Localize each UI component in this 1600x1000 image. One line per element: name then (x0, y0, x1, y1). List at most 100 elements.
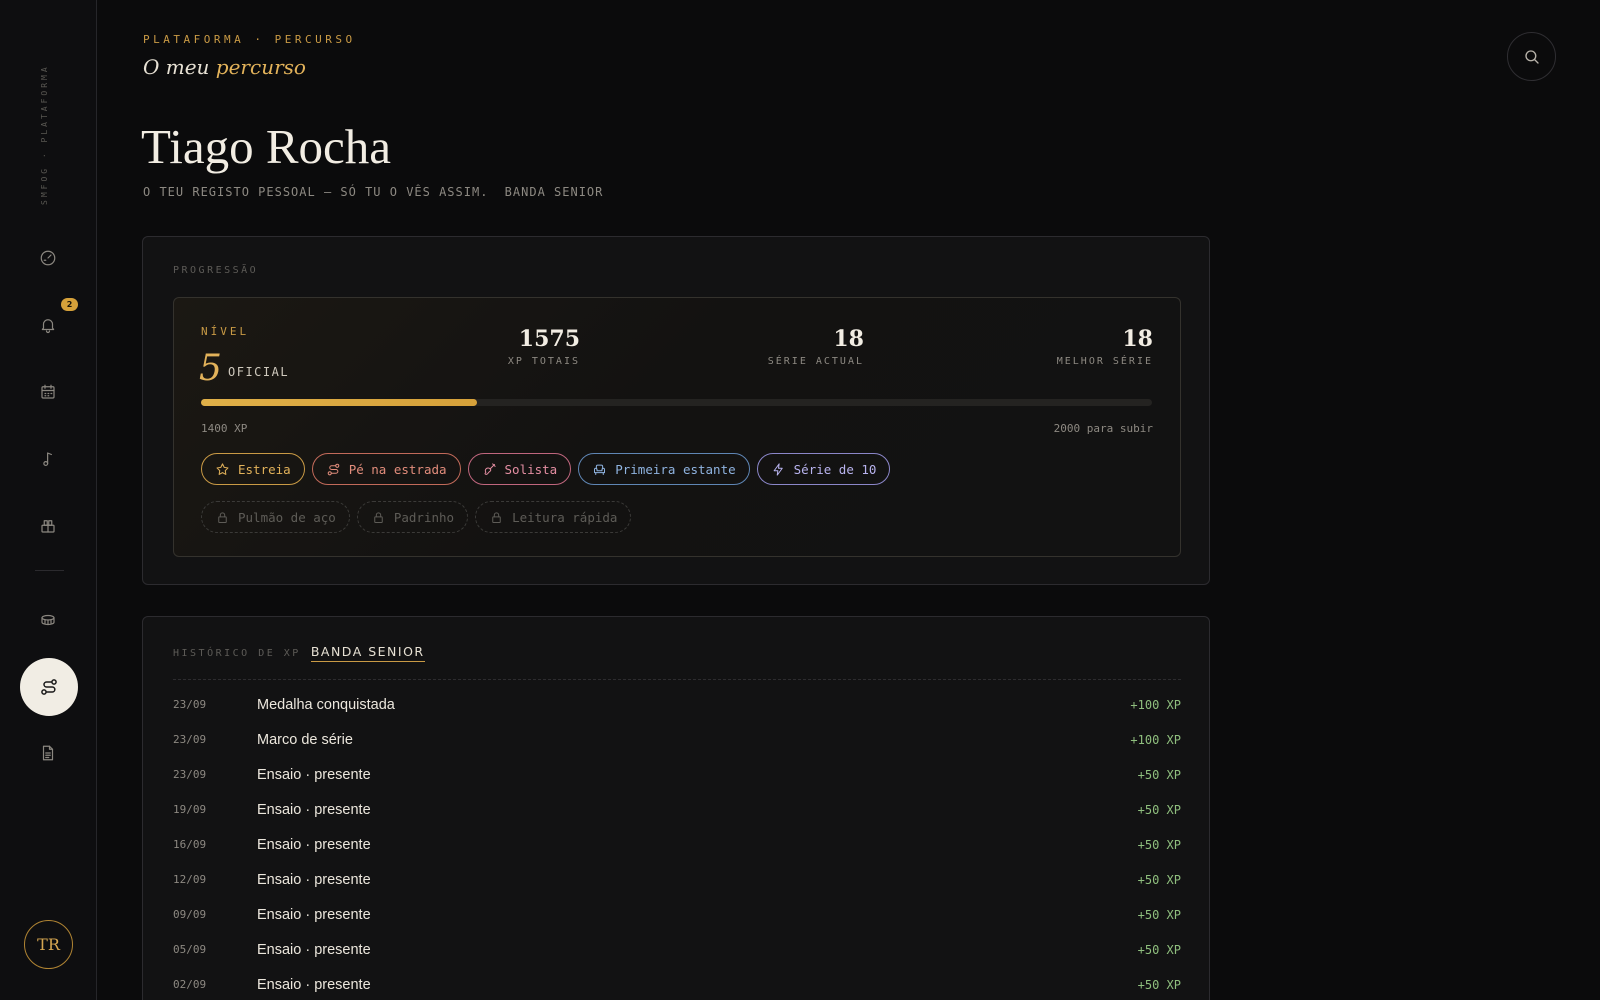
badge-solista[interactable]: Solista (467, 453, 572, 485)
history-xp: +50 XP (1137, 907, 1181, 922)
history-xp: +50 XP (1137, 872, 1181, 887)
stat-value: 18 (833, 326, 864, 352)
history-xp: +100 XP (1130, 732, 1181, 747)
badge-label: Leitura rápida (512, 509, 618, 525)
guitar-icon (484, 462, 496, 475)
history-row: 05/09 Ensaio · presente +50 XP (173, 932, 1181, 967)
route-icon (41, 679, 57, 695)
level-panel: NÍVEL 5 OFICIAL 1575 XP TOTAIS 18 SÉRIE … (173, 297, 1181, 557)
xp-history-card: HISTÓRICO DE XP BANDA SENIOR 23/09 Medalh… (142, 616, 1210, 1000)
history-xp: +50 XP (1137, 802, 1181, 817)
stat-current-streak: 18 SÉRIE ACTUAL (768, 326, 864, 367)
page-title: Tiago Rocha (141, 119, 392, 174)
history-description: Ensaio · presente (257, 941, 371, 958)
history-row: 23/09 Ensaio · presente +50 XP (173, 757, 1181, 792)
history-xp: +50 XP (1137, 977, 1181, 992)
history-row: 23/09 Marco de série +100 XP (173, 722, 1181, 757)
nav-documents[interactable] (28, 733, 68, 773)
armchair-icon (594, 464, 606, 475)
blocks-icon (41, 520, 55, 533)
badge-serie-de-10[interactable]: Série de 10 (756, 453, 891, 485)
nav-repertoire[interactable] (28, 439, 68, 479)
nav-instruments[interactable] (28, 506, 68, 546)
stat-total-xp: 1575 XP TOTAIS (508, 326, 580, 367)
badge-label: Solista (504, 461, 558, 477)
badge-label: Padrinho (393, 509, 455, 525)
history-xp: +100 XP (1130, 697, 1181, 712)
progress-card: PROGRESSÃO NÍVEL 5 OFICIAL 1575 XP TOTAI… (142, 236, 1210, 585)
calendar-icon (41, 384, 55, 399)
history-row: 02/09 Ensaio · presente +50 XP (173, 967, 1181, 1000)
nav-calendar[interactable] (28, 372, 68, 412)
nav-band[interactable] (28, 600, 68, 640)
stat-best-streak: 18 MELHOR SÉRIE (1057, 326, 1153, 367)
xp-history-divider (173, 679, 1181, 680)
earned-badges: Estreia Pé na estrada Solista Primeira e… (201, 453, 891, 485)
route-icon (327, 463, 339, 475)
page-subtitle: O TEU REGISTO PESSOAL — SÓ TU O VÊS ASSI… (143, 185, 603, 199)
badge-primeira-estante[interactable]: Primeira estante (578, 453, 750, 485)
nav-dashboard[interactable] (28, 238, 68, 278)
drum-icon (41, 614, 55, 626)
gauge-icon (40, 250, 56, 266)
locked-badges: Pulmão de aço Padrinho Leitura rápida (201, 501, 632, 533)
progress-section-label: PROGRESSÃO (173, 265, 259, 276)
history-xp: +50 XP (1137, 767, 1181, 782)
breadcrumb: PLATAFORMA · PERCURSO (143, 33, 356, 46)
history-description: Ensaio · presente (257, 871, 371, 888)
star-icon (216, 462, 229, 475)
music-note-icon (43, 452, 52, 466)
history-date: 23/09 (173, 733, 207, 746)
xp-progress-bar (201, 399, 1152, 406)
badge-locked-leitura-rapida[interactable]: Leitura rápida (475, 501, 632, 533)
lightning-icon (773, 462, 783, 476)
xp-history-list: 23/09 Medalha conquistada +100 XP 23/09 Marc… (173, 687, 1181, 1000)
history-date: 19/09 (173, 803, 207, 816)
stat-label: XP TOTAIS (507, 356, 580, 367)
history-description: Marco de série (257, 731, 353, 748)
section-heading-prefix: O meu (143, 55, 216, 79)
history-date: 23/09 (173, 768, 207, 781)
history-description: Ensaio · presente (257, 836, 371, 853)
badge-locked-pulmao-de-aco[interactable]: Pulmão de aço (201, 501, 350, 533)
level-name: OFICIAL (228, 365, 290, 379)
search-button[interactable] (1507, 32, 1556, 81)
xp-next-level-label: 2000 para subir (1053, 422, 1153, 435)
tab-banda-senior[interactable]: BANDA SENIOR (310, 644, 425, 662)
history-xp: +50 XP (1137, 837, 1181, 852)
history-description: Medalha conquistada (257, 696, 395, 713)
badge-label: Pulmão de aço (238, 509, 336, 525)
section-heading-accent: percurso (215, 55, 306, 79)
history-date: 23/09 (173, 698, 207, 711)
stat-label: MELHOR SÉRIE (1056, 356, 1153, 367)
history-description: Ensaio · presente (257, 766, 371, 783)
nav-notifications[interactable]: 2 (28, 298, 78, 345)
badge-pe-na-estrada[interactable]: Pé na estrada (311, 453, 461, 485)
history-xp: +50 XP (1137, 942, 1181, 957)
notification-badge: 2 (61, 298, 78, 311)
level-number: 5 (199, 348, 222, 389)
sidebar-divider (35, 570, 64, 571)
xp-progress-fill (201, 399, 477, 406)
badge-estreia[interactable]: Estreia (201, 453, 305, 485)
brand-vertical-label: SMFOG · PLATAFORMA (40, 64, 49, 205)
history-row: 12/09 Ensaio · presente +50 XP (173, 862, 1181, 897)
history-row: 16/09 Ensaio · presente +50 XP (173, 827, 1181, 862)
xp-history-label: HISTÓRICO DE XP (173, 648, 301, 659)
history-date: 05/09 (173, 943, 207, 956)
lock-icon (374, 511, 383, 523)
badge-locked-padrinho[interactable]: Padrinho (356, 501, 469, 533)
bell-icon (41, 319, 55, 334)
history-row: 09/09 Ensaio · presente +50 XP (173, 897, 1181, 932)
lock-icon (492, 511, 501, 523)
nav-journey-active[interactable] (20, 658, 78, 716)
history-description: Ensaio · presente (257, 976, 371, 993)
lock-icon (218, 511, 227, 523)
user-avatar[interactable]: TR (24, 920, 73, 969)
search-icon (1524, 49, 1539, 64)
stat-value: 1575 (518, 326, 580, 352)
history-date: 12/09 (173, 873, 207, 886)
section-heading: O meu percurso (143, 55, 306, 79)
history-date: 09/09 (173, 908, 207, 921)
badge-label: Primeira estante (615, 461, 736, 477)
